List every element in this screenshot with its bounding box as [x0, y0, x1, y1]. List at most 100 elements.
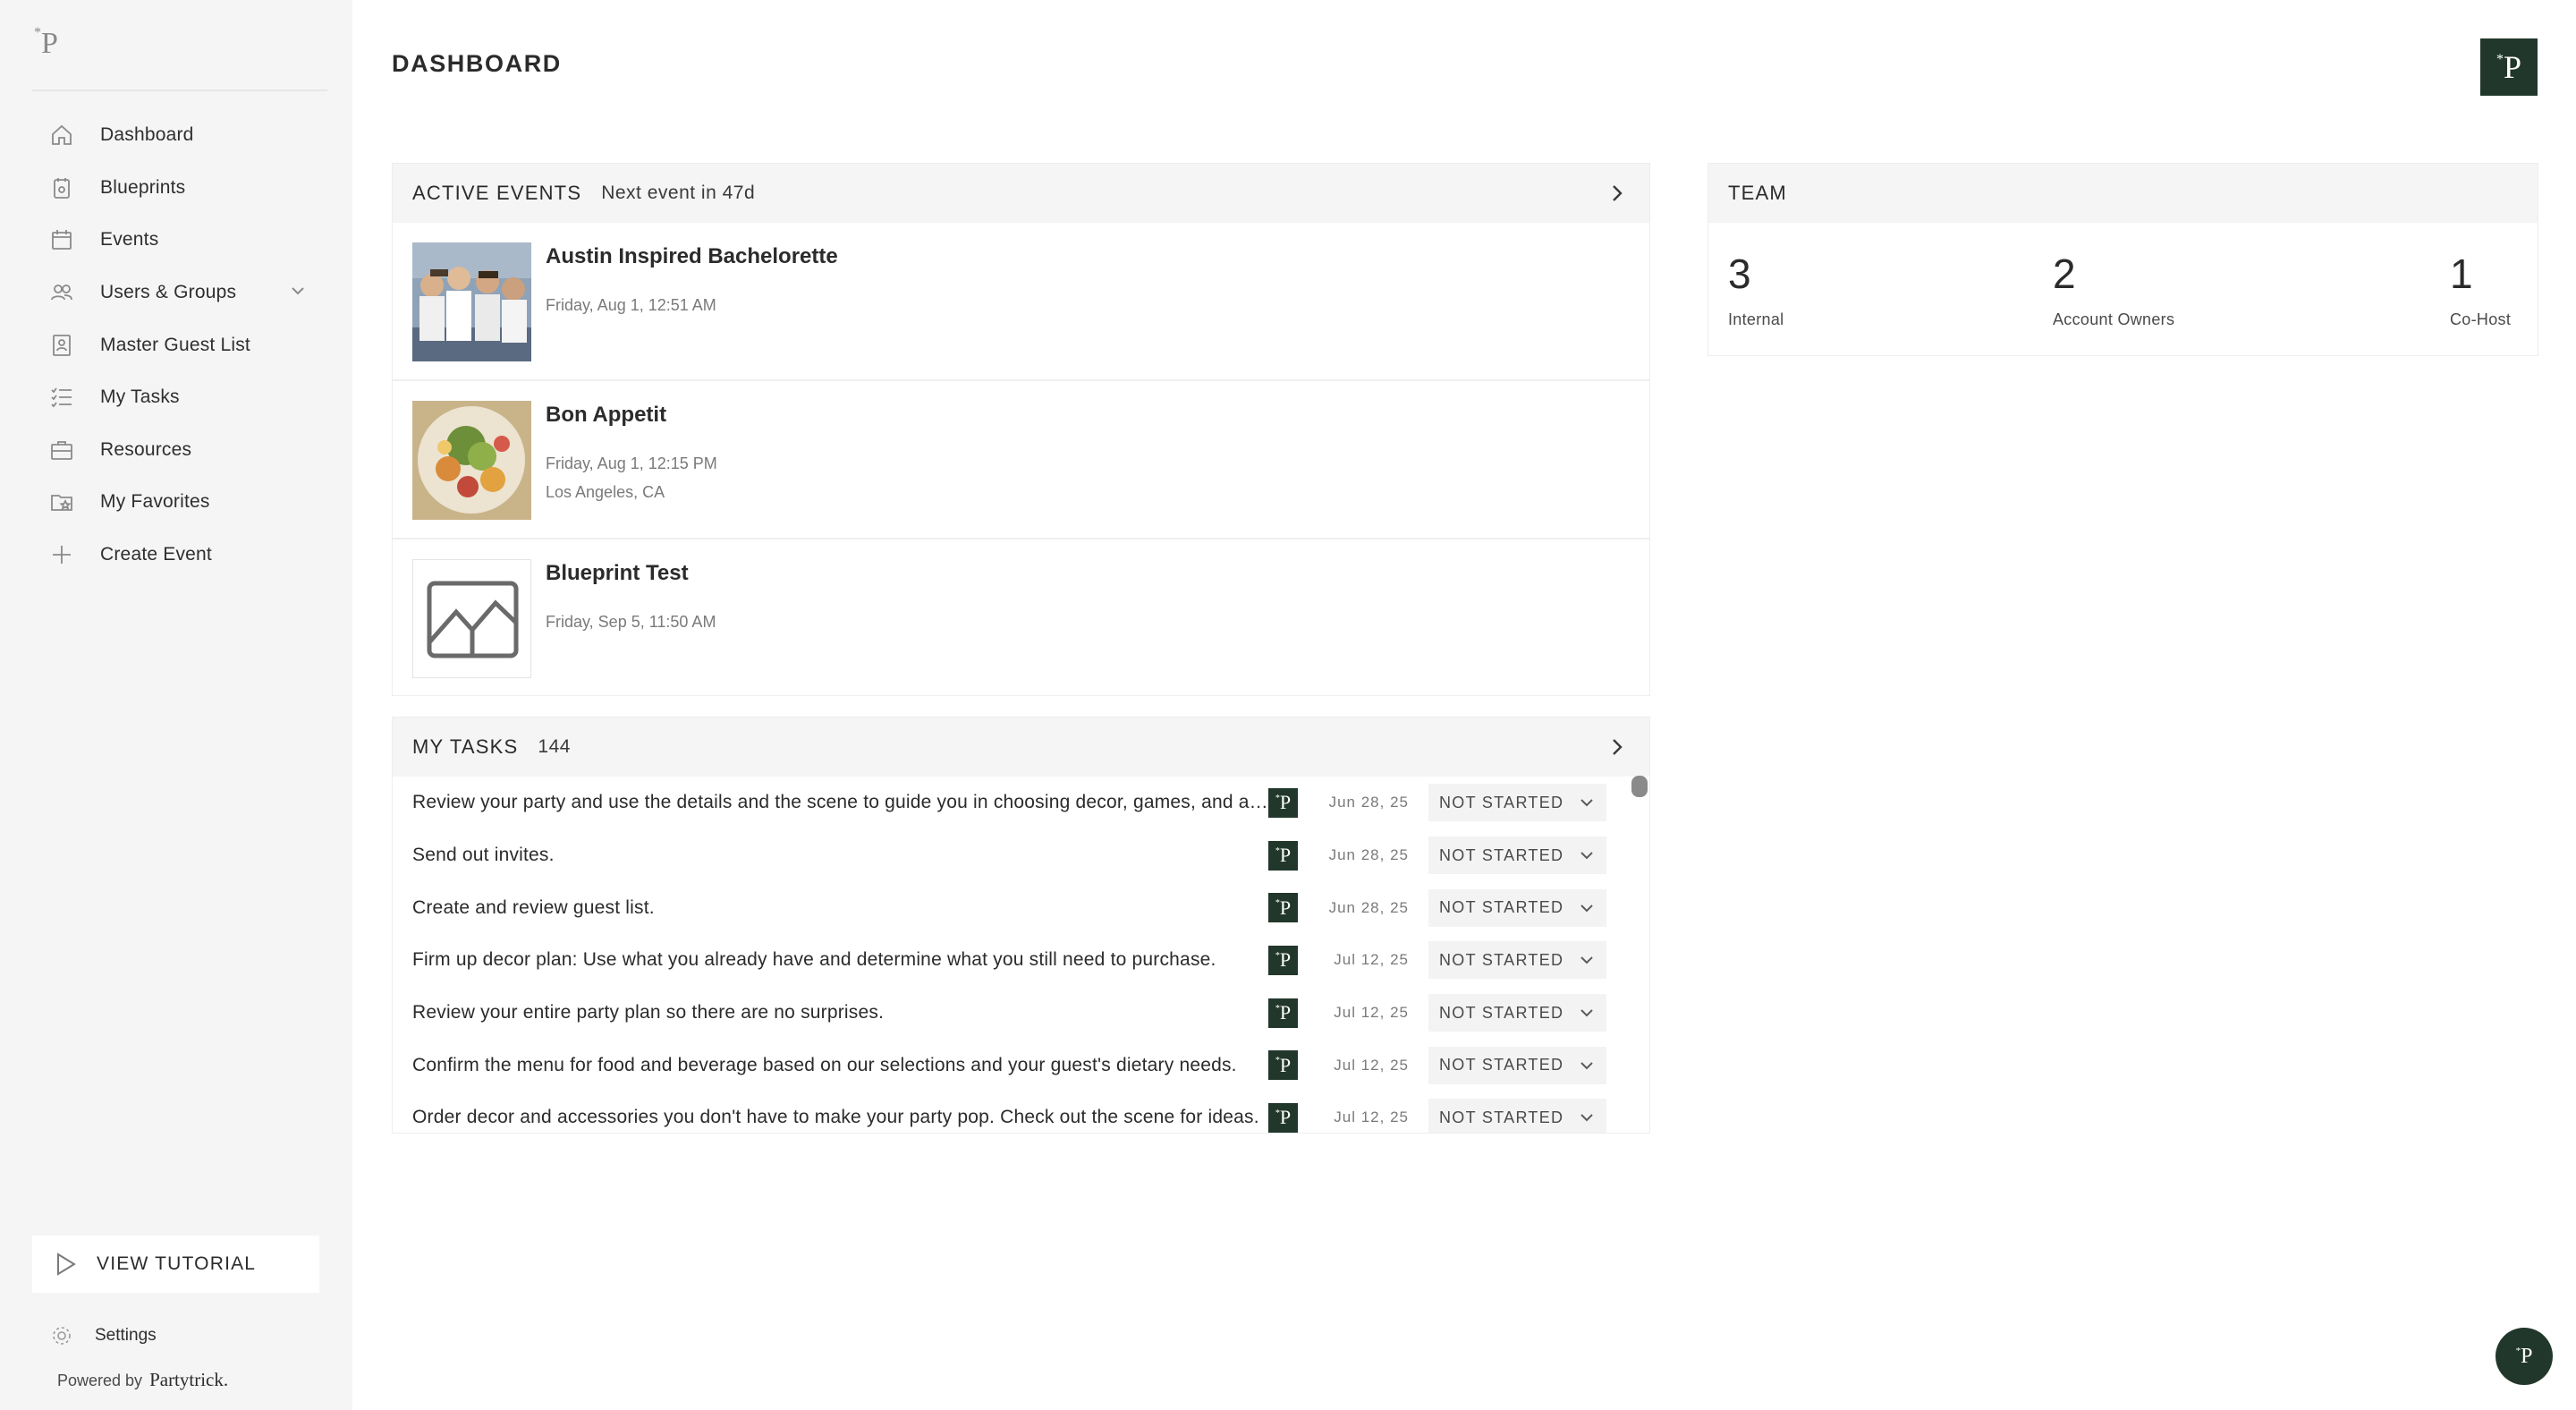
assignee-logo-icon: * P [1268, 787, 1298, 818]
task-text: Review your entire party plan so there a… [412, 1002, 885, 1024]
help-chat-button[interactable]: * P [2496, 1328, 2553, 1385]
plus-icon [47, 539, 77, 570]
assignee-logo-icon: * P [1268, 893, 1298, 923]
task-text: Create and review guest list. [412, 896, 655, 918]
sidebar-item-users-groups[interactable]: Users & Groups [0, 267, 352, 319]
team-stat-value: 3 [1728, 251, 1752, 297]
team-stat-co-host[interactable]: 1 Co-Host [2450, 250, 2511, 329]
event-meta: Friday, Aug 1, 12:15 PM Los Angeles, CA [546, 449, 717, 506]
view-tutorial-label: VIEW TUTORIAL [97, 1253, 257, 1274]
task-status-dropdown[interactable]: NOT STARTED [1428, 784, 1606, 822]
next-event-countdown: Next event in 47d [601, 183, 756, 203]
task-status-dropdown[interactable]: NOT STARTED [1428, 994, 1606, 1032]
task-row[interactable]: Send out invites. * P Jun 28, 25 NOT STAR… [393, 829, 1649, 882]
task-row[interactable]: Review your entire party plan so there a… [393, 987, 1649, 1040]
event-name: Austin Inspired Bachelorette [546, 244, 838, 268]
sidebar-item-my-tasks[interactable]: My Tasks [0, 371, 352, 424]
assignee-logo-icon: * P [1268, 1050, 1298, 1081]
task-text: Firm up decor plan: Use what you already… [412, 949, 1216, 971]
chevron-right-icon[interactable] [1608, 183, 1626, 208]
chevron-down-icon [1580, 1114, 1593, 1122]
my-tasks-header: MY TASKS 144 [393, 718, 1649, 777]
sidebar-item-label: Dashboard [100, 124, 194, 146]
event-row[interactable]: Blueprint Test Friday, Sep 5, 11:50 AM [393, 539, 1649, 698]
event-name: Blueprint Test [546, 561, 689, 585]
sidebar-item-blueprints[interactable]: Blueprints [0, 162, 352, 215]
task-due-date: Jul 12, 25 [1334, 1108, 1409, 1126]
task-status-dropdown[interactable]: NOT STARTED [1428, 1099, 1606, 1133]
chevron-down-icon [1580, 1009, 1593, 1017]
active-events-header: ACTIVE EVENTS Next event in 47d [393, 164, 1649, 223]
chevron-down-icon [1580, 799, 1593, 807]
sidebar-item-master-guest-list[interactable]: Master Guest List [0, 319, 352, 371]
event-row[interactable]: Austin Inspired Bachelorette Friday, Aug… [393, 223, 1649, 381]
sidebar-item-label: Events [100, 229, 159, 251]
sidebar-item-label: Resources [100, 438, 192, 460]
task-status-label: NOT STARTED [1439, 1056, 1564, 1074]
task-status-dropdown[interactable]: NOT STARTED [1428, 941, 1606, 980]
task-status-label: NOT STARTED [1439, 845, 1564, 864]
sidebar-item-my-favorites[interactable]: My Favorites [0, 476, 352, 529]
chevron-down-icon[interactable] [290, 283, 306, 303]
task-row[interactable]: Review your party and use the details an… [393, 777, 1649, 829]
page-title: DASHBOARD [392, 50, 562, 77]
sidebar-item-create-event[interactable]: Create Event [0, 529, 352, 582]
task-text: Review your party and use the details an… [412, 792, 1269, 813]
task-due-date: Jun 28, 25 [1328, 846, 1409, 864]
team-stat-value: 2 [2053, 251, 2077, 297]
team-stat-label: Account Owners [2053, 310, 2175, 328]
view-tutorial-button[interactable]: VIEW TUTORIAL [32, 1236, 319, 1293]
chevron-down-icon [1580, 956, 1593, 964]
team-stat-account-owners[interactable]: 2 Account Owners [2053, 250, 2174, 329]
sidebar-item-dashboard[interactable]: Dashboard [0, 109, 352, 162]
settings-label: Settings [95, 1326, 157, 1345]
sidebar-item-label: Users & Groups [100, 282, 237, 303]
team-stat-internal[interactable]: 3 Internal [1728, 250, 1784, 329]
task-text: Send out invites. [412, 845, 555, 866]
sidebar-item-label: My Tasks [100, 386, 180, 408]
task-due-date: Jun 28, 25 [1328, 794, 1409, 811]
my-tasks-count: 144 [538, 736, 571, 757]
sidebar-divider [32, 89, 327, 91]
task-due-date: Jul 12, 25 [1334, 1004, 1409, 1022]
chevron-down-icon [1580, 1062, 1593, 1070]
my-tasks-title: MY TASKS [412, 735, 519, 758]
task-text: Order decor and accessories you don't ha… [412, 1107, 1259, 1128]
task-row[interactable]: Order decor and accessories you don't ha… [393, 1091, 1649, 1133]
sidebar-item-label: Blueprints [100, 176, 186, 198]
users-icon [47, 277, 77, 308]
app-logo[interactable]: *P [34, 25, 58, 61]
gear-icon [53, 1327, 71, 1345]
settings-link[interactable]: Settings [50, 1324, 157, 1347]
team-stat-value: 1 [2450, 251, 2474, 297]
image-placeholder-icon [412, 559, 531, 678]
chevron-right-icon[interactable] [1608, 737, 1626, 761]
team-title: TEAM [1728, 182, 1787, 204]
powered-by: Powered by Partytrick. [57, 1369, 228, 1391]
sidebar-item-events[interactable]: Events [0, 214, 352, 267]
task-row[interactable]: Create and review guest list. * P Jun 28,… [393, 881, 1649, 934]
assignee-logo-icon: * P [1268, 1102, 1298, 1133]
sidebar-nav: Dashboard Blueprints Events Users & Grou… [0, 109, 352, 581]
event-date: Friday, Sep 5, 11:50 AM [546, 613, 716, 631]
task-status-label: NOT STARTED [1439, 950, 1564, 969]
task-status-dropdown[interactable]: NOT STARTED [1428, 837, 1606, 875]
task-status-dropdown[interactable]: NOT STARTED [1428, 1046, 1606, 1084]
task-row[interactable]: Confirm the menu for food and beverage b… [393, 1039, 1649, 1091]
event-row[interactable]: Bon Appetit Friday, Aug 1, 12:15 PM Los … [393, 381, 1649, 539]
sidebar-item-resources[interactable]: Resources [0, 424, 352, 477]
powered-by-brand[interactable]: Partytrick. [149, 1369, 228, 1391]
tasks-icon [47, 382, 77, 412]
assignee-logo-icon: * P [1268, 998, 1298, 1028]
briefcase-icon [47, 435, 77, 465]
task-row[interactable]: Firm up decor plan: Use what you already… [393, 934, 1649, 987]
sidebar-item-label: My Favorites [100, 491, 210, 513]
account-avatar[interactable]: * P [2480, 38, 2538, 96]
task-status-dropdown[interactable]: NOT STARTED [1428, 888, 1606, 927]
calendar-icon [47, 225, 77, 255]
event-photo [412, 401, 531, 520]
task-list: Review your party and use the details an… [393, 777, 1649, 1133]
sidebar: *P Dashboard Blueprints Events Users & G… [0, 0, 352, 1410]
team-stat-label: Co-Host [2450, 310, 2512, 328]
task-due-date: Jun 28, 25 [1328, 898, 1409, 916]
